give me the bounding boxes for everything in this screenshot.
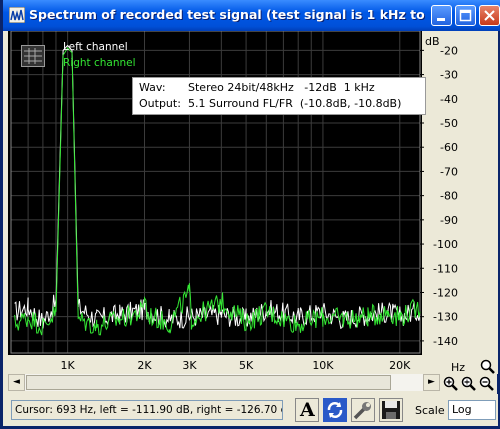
scale-label: Scale bbox=[415, 404, 445, 417]
spectrum-app-icon bbox=[9, 7, 25, 23]
refresh-button[interactable] bbox=[323, 398, 347, 422]
y-tick-label: -60 bbox=[440, 141, 458, 154]
y-tick-label: -120 bbox=[433, 286, 458, 299]
title-bar[interactable]: Spectrum of recorded test signal (test s… bbox=[3, 0, 500, 31]
settings-button[interactable] bbox=[351, 398, 375, 422]
y-tick-label: -140 bbox=[433, 335, 458, 348]
horizontal-scrollbar[interactable]: ◄ ► bbox=[8, 374, 440, 391]
app-window: Spectrum of recorded test signal (test s… bbox=[0, 0, 500, 429]
x-tick-label: 5K bbox=[239, 359, 254, 372]
y-tick-label: -90 bbox=[440, 214, 458, 227]
signal-info-box: Wav: Stereo 24bit/48kHz -12dB 1 kHz Outp… bbox=[132, 77, 426, 115]
scroll-left-button[interactable]: ◄ bbox=[8, 374, 25, 391]
wav-label: Wav: bbox=[139, 81, 166, 94]
maximize-icon bbox=[459, 9, 472, 22]
minimize-icon bbox=[437, 18, 445, 21]
y-tick-label: -70 bbox=[440, 165, 458, 178]
y-tick-label: -50 bbox=[440, 117, 458, 130]
output-value: 5.1 Surround FL/FR (-10.8dB, -10.8dB) bbox=[188, 97, 402, 110]
x-unit-label: Hz bbox=[451, 361, 465, 374]
y-unit-label: dB bbox=[425, 35, 440, 48]
y-tick-label: -100 bbox=[433, 238, 458, 251]
legend-right-channel: Right channel bbox=[63, 57, 136, 69]
scroll-right-button[interactable]: ► bbox=[423, 374, 440, 391]
y-tick-label: -110 bbox=[433, 262, 458, 275]
y-tick-label: -130 bbox=[433, 311, 458, 324]
save-button[interactable] bbox=[379, 398, 403, 422]
close-icon bbox=[484, 10, 495, 21]
zoom-out-icon[interactable] bbox=[479, 376, 494, 391]
x-tick-label: 20K bbox=[389, 359, 411, 372]
x-tick-label: 1K bbox=[61, 359, 76, 372]
font-button[interactable]: A bbox=[295, 398, 319, 422]
font-icon: A bbox=[300, 399, 315, 421]
output-label: Output: bbox=[139, 97, 181, 110]
spectrum-plot[interactable]: -20 -30 -40 -50 -60 -70 -80 -90 -100 -110 -120 -130… bbox=[8, 31, 498, 374]
legend-icon[interactable] bbox=[21, 45, 45, 67]
wav-value: Stereo 24bit/48kHz -12dB 1 kHz bbox=[188, 81, 375, 94]
window-title: Spectrum of recorded test signal (test s… bbox=[29, 7, 425, 22]
y-tick-label: -40 bbox=[440, 93, 458, 106]
x-tick-label: 2K bbox=[137, 359, 152, 372]
y-tick-label: -20 bbox=[440, 44, 458, 57]
maximize-button[interactable] bbox=[455, 5, 476, 26]
cursor-readout: Cursor: 693 Hz, left = -111.90 dB, right… bbox=[11, 400, 283, 420]
scale-select[interactable]: Log bbox=[448, 400, 496, 420]
x-tick-label: 3K bbox=[182, 359, 197, 372]
status-bar: Cursor: 693 Hz, left = -111.90 dB, right… bbox=[8, 394, 498, 426]
y-tick-label: -30 bbox=[440, 69, 458, 82]
zoom-in-icon[interactable] bbox=[443, 376, 458, 391]
scroll-thumb[interactable] bbox=[26, 375, 391, 390]
legend-left-channel: Left channel bbox=[63, 41, 128, 53]
x-tick-label: 10K bbox=[312, 359, 334, 372]
close-button[interactable] bbox=[479, 5, 500, 26]
minimize-button[interactable] bbox=[431, 5, 452, 26]
zoom-fit-icon[interactable] bbox=[461, 376, 476, 391]
zoom-icon[interactable] bbox=[480, 359, 495, 374]
y-tick-label: -80 bbox=[440, 190, 458, 203]
